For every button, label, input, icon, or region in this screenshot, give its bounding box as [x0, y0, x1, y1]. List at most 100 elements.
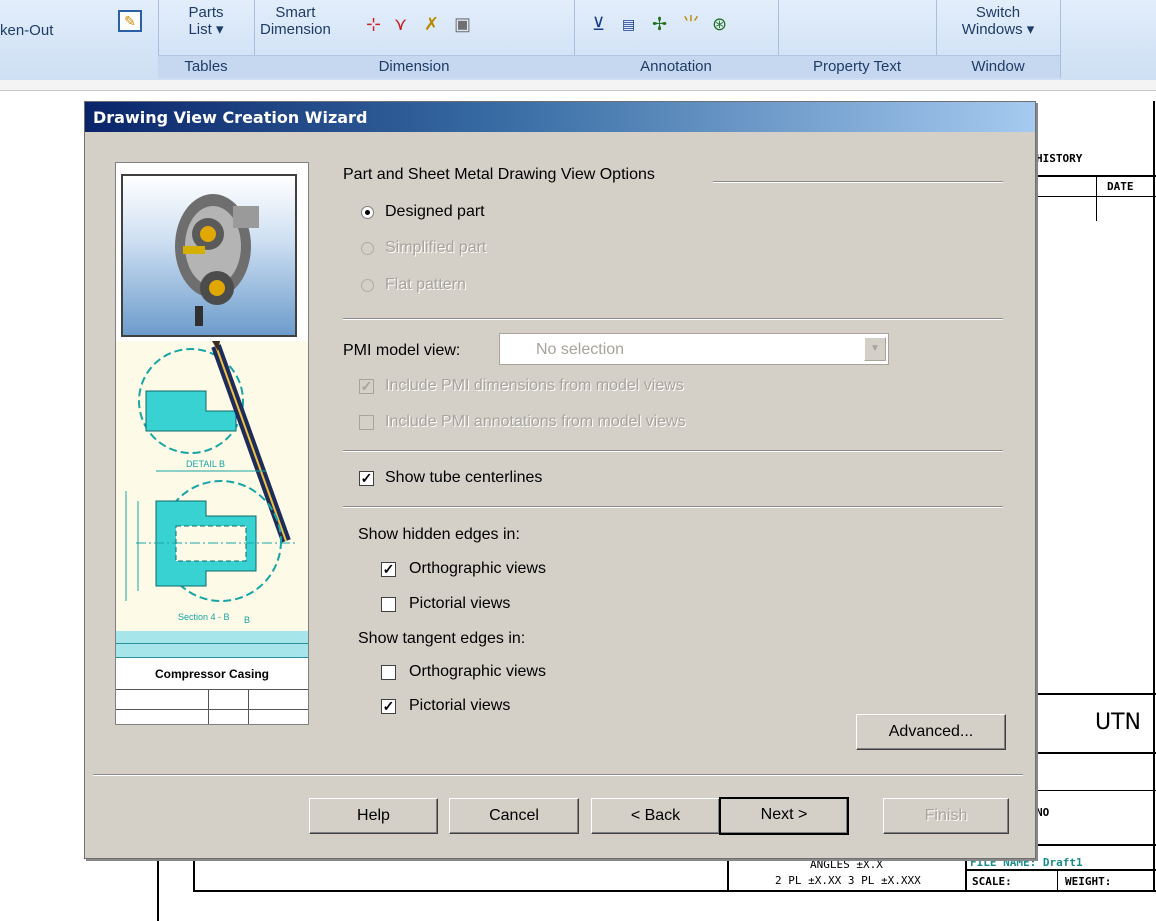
sheet-border-left	[157, 855, 159, 921]
section-label: Section 4 - B	[178, 612, 230, 622]
weld-symbol-icon[interactable]: ⊻	[592, 14, 605, 34]
hidden-pictorial-label: Pictorial views	[409, 595, 511, 612]
preview-image-panel: DETAIL B Section 4 - B B Compressor Casi…	[115, 162, 309, 725]
bolt-hole-circle-icon[interactable]: ⊛	[712, 14, 727, 34]
revision-date-label: DATE	[1107, 180, 1134, 193]
parts-list-label-bottom: List ▾	[188, 21, 224, 38]
tangent-edges-header: Show tangent edges in:	[358, 630, 526, 647]
radio-designed-part-label: Designed part	[385, 203, 485, 220]
pmi-dropdown-arrow-icon: ▼	[864, 337, 886, 361]
tangent-pictorial-checkbox[interactable]: ✓	[381, 699, 396, 714]
broken-out-button[interactable]: ken-Out	[0, 22, 53, 39]
annotation-group-label: Annotation	[574, 55, 778, 78]
pmi-model-view-label: PMI model view:	[343, 342, 461, 359]
detail-drawing-area: DETAIL B Section 4 - B B	[116, 341, 308, 631]
sheet-utn-bottom	[1034, 752, 1156, 754]
annotation-group: ⊻ ▤ ✢ ⺌ ⊛ Annotation	[574, 0, 779, 78]
pmi-dims-checkbox: ✓	[359, 378, 374, 394]
radio-simplified-part-button	[361, 242, 374, 255]
radio-flat-pattern-button	[361, 279, 374, 292]
pmi-model-view-value: No selection	[536, 341, 625, 358]
title-block-bottom-row	[116, 689, 308, 724]
bottom-separator	[93, 774, 1023, 776]
angle-dimension-icon[interactable]: ⋎	[394, 14, 407, 34]
parts-list-label-top: Parts	[188, 4, 224, 21]
dimension-group: Smart Dimension ⊹ ⋎ ✗ ▣ Dimension	[254, 0, 575, 78]
pmi-dims-label: Include PMI dimensions from model views	[385, 377, 684, 394]
detail-b-label: DETAIL B	[186, 459, 226, 469]
sheet-title-divider-2	[965, 855, 967, 891]
title-block-mid-line	[116, 709, 308, 710]
tube-centerlines-checkbox[interactable]: ✓	[359, 471, 374, 486]
linear-tolerance-text: 2 PL ±X.XX 3 PL ±X.XXX	[775, 874, 921, 887]
edit-sheet-icon[interactable]: ✎	[118, 10, 142, 32]
finish-button: Finish	[883, 798, 1009, 834]
sheet-history-div	[1096, 177, 1097, 221]
dimension-style-icon[interactable]: ▣	[454, 14, 471, 34]
switch-windows-label-bottom: Windows ▾	[961, 21, 1035, 38]
weight-label: WEIGHT:	[1065, 875, 1112, 888]
hidden-ortho-checkbox[interactable]: ✓	[381, 562, 396, 577]
sheet-title-divider-3	[1057, 870, 1058, 891]
radio-simplified-part-label: Simplified part	[385, 239, 487, 256]
pmi-annots-checkbox	[359, 415, 374, 430]
scale-label: SCALE:	[972, 875, 1012, 888]
sheet-inner-border-bottom	[193, 890, 1156, 892]
sheet-title-divider-1	[727, 855, 729, 891]
window-group-label: Window	[936, 55, 1060, 78]
revision-history-label: HISTORY	[1036, 152, 1083, 165]
sheet-no-line	[1034, 790, 1156, 791]
next-button[interactable]: Next >	[719, 797, 849, 835]
sheet-title-hline	[965, 869, 1156, 871]
coordinate-dimension-icon[interactable]: ✗	[424, 14, 439, 34]
section-mark-label: B	[244, 615, 251, 625]
sheet-right-border	[1153, 101, 1155, 891]
section-drawing	[125, 341, 296, 602]
angles-tolerance-text: ANGLES ±X.X	[810, 858, 883, 871]
switch-windows-button[interactable]: Switch Windows ▾	[936, 4, 1060, 38]
radio-designed-part-button[interactable]	[361, 206, 374, 219]
smart-dimension-label-top: Smart	[275, 4, 316, 21]
leader-icon[interactable]: ✢	[652, 14, 667, 34]
separator-3	[343, 506, 1003, 508]
window-group: Switch Windows ▾ Window	[936, 0, 1061, 78]
tangent-ortho-label: Orthographic views	[409, 663, 546, 680]
dimension-group-label: Dimension	[254, 55, 574, 78]
surface-texture-icon[interactable]: ⺌	[682, 14, 700, 34]
property-text-group-label: Property Text	[778, 55, 936, 78]
hidden-ortho-label: Orthographic views	[409, 560, 546, 577]
sheet-no-line-2	[1034, 844, 1156, 846]
help-button[interactable]: Help	[309, 798, 438, 834]
switch-windows-label-top: Switch	[975, 4, 1021, 21]
hidden-edges-header: Show hidden edges in:	[358, 526, 520, 543]
property-text-group: Property Text	[778, 0, 937, 78]
advanced-button[interactable]: Advanced...	[856, 714, 1006, 750]
part-3d-preview	[121, 174, 297, 337]
drawing-view-wizard-dialog: Drawing View Creation Wizard DETAIL B Se…	[84, 101, 1036, 859]
smart-dimension-label-bottom: Dimension	[260, 21, 331, 38]
sheet-inner-border-left	[193, 855, 195, 892]
compressor-part-image	[175, 194, 259, 326]
tables-group: Parts List ▾ Tables	[158, 0, 255, 78]
cancel-button[interactable]: Cancel	[449, 798, 579, 834]
sheet-utn-top	[1034, 693, 1156, 695]
dialog-title: Drawing View Creation Wizard	[93, 108, 368, 127]
title-block-preview: Compressor Casing	[116, 631, 308, 724]
ribbon-toolbar: ken-Out ✎ Parts List ▾ Tables Smart Dime…	[0, 0, 1156, 91]
ribbon-bottom-strip	[0, 80, 1156, 91]
back-button[interactable]: < Back	[591, 798, 720, 834]
smart-dimension-icon[interactable]: ⊹	[366, 14, 381, 34]
parts-list-button[interactable]: Parts List ▾	[158, 4, 254, 38]
title-block-row-line	[116, 643, 308, 644]
tangent-pictorial-label: Pictorial views	[409, 697, 511, 714]
dialog-titlebar[interactable]: Drawing View Creation Wizard	[85, 102, 1035, 132]
feature-control-frame-icon[interactable]: ▤	[622, 14, 635, 34]
tables-group-label: Tables	[158, 55, 254, 78]
sheet-history-top	[1034, 175, 1156, 177]
pmi-annots-label: Include PMI annotations from model views	[385, 413, 686, 430]
sheet-history-bottom	[1034, 196, 1156, 197]
smart-dimension-button[interactable]: Smart Dimension	[260, 4, 331, 38]
hidden-pictorial-checkbox[interactable]	[381, 597, 396, 612]
tangent-ortho-checkbox[interactable]	[381, 665, 396, 680]
title-block-header-row	[116, 631, 308, 658]
